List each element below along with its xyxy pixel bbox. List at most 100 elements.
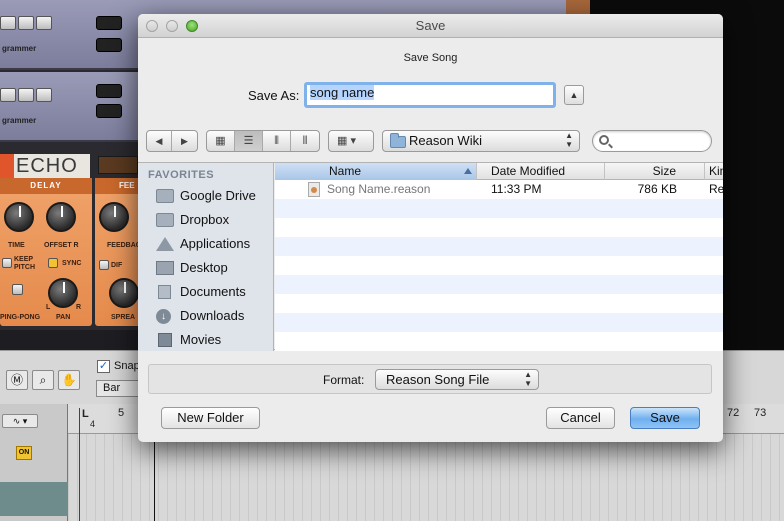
time-label: TIME — [8, 242, 25, 249]
zoom-tool-icon[interactable]: ⌕ — [32, 370, 54, 390]
view-mode-buttons: ▦ ☰ ⫴ ⦀ — [206, 130, 320, 152]
forward-arrow-icon[interactable]: ▶ — [172, 131, 197, 151]
sidebar-item-label: Downloads — [180, 308, 245, 323]
cancel-button[interactable]: Cancel — [546, 407, 615, 429]
applications-icon — [156, 237, 174, 251]
pan-label: PAN — [56, 314, 71, 321]
track-on-button[interactable]: ON — [16, 446, 32, 460]
feedback-knob[interactable] — [99, 202, 129, 232]
rack-save-button[interactable] — [36, 88, 52, 102]
echo-logo: ECHO — [0, 154, 90, 180]
movies-icon — [158, 333, 172, 347]
dialog-subtitle: Save Song — [403, 52, 458, 64]
back-arrow-icon[interactable]: ◀ — [147, 131, 172, 151]
sidebar-item-applications[interactable]: Applications — [156, 233, 273, 255]
sidebar-item-downloads[interactable]: ↓ Downloads — [156, 305, 273, 327]
rack-device-buttons — [0, 16, 52, 30]
file-size: 786 KB — [637, 182, 677, 196]
column-header-date[interactable]: Date Modified — [477, 163, 605, 180]
rack-device-label: grammer — [2, 116, 37, 125]
save-button[interactable]: Save — [630, 407, 700, 429]
rack-slot — [96, 84, 122, 98]
diffusion-toggle[interactable] — [99, 260, 109, 270]
coverflow-view-icon[interactable]: ⦀ — [291, 131, 319, 151]
back-forward-buttons: ◀ ▶ — [146, 130, 198, 152]
sidebar-item-movies[interactable]: Movies — [156, 329, 273, 351]
ruler-bar-73: 73 — [754, 407, 767, 419]
column-header-name[interactable]: Name — [275, 163, 477, 180]
offset-knob[interactable] — [46, 202, 76, 232]
expand-collapse-button[interactable]: ▲ — [564, 85, 584, 105]
table-row[interactable]: Song Name.reason 11:33 PM 786 KB Re — [275, 180, 723, 199]
rack-folder-button[interactable] — [18, 16, 34, 30]
sync-toggle[interactable] — [48, 258, 58, 268]
left-locator-line — [79, 408, 80, 521]
empty-row — [275, 237, 723, 256]
track-mode-select[interactable]: ∿ ▾ — [2, 414, 38, 428]
empty-row — [275, 294, 723, 313]
sidebar-item-dropbox[interactable]: Dropbox — [156, 209, 273, 231]
rack-device-buttons — [0, 88, 52, 102]
downloads-icon: ↓ — [156, 309, 171, 324]
dialog-titlebar: Save — [138, 14, 723, 38]
column-header-kind[interactable]: Kin — [705, 163, 723, 180]
icon-view-icon[interactable]: ▦ — [207, 131, 235, 151]
time-knob[interactable] — [4, 202, 34, 232]
sidebar-item-google-drive[interactable]: Google Drive — [156, 185, 273, 207]
file-date: 11:33 PM — [491, 182, 542, 196]
sequencer-lanes[interactable] — [68, 434, 784, 521]
snap-label: Snap — [114, 360, 140, 372]
zoom-window-button[interactable] — [186, 20, 198, 32]
rack-save-button[interactable] — [36, 16, 52, 30]
empty-row — [275, 218, 723, 237]
file-kind: Re — [709, 182, 723, 196]
minimize-window-button[interactable] — [166, 20, 178, 32]
spread-label: SPREA — [111, 314, 136, 321]
sidebar-item-desktop[interactable]: Desktop — [156, 257, 273, 279]
folder-icon — [156, 213, 174, 227]
spread-knob[interactable] — [109, 278, 139, 308]
track-lane-header — [0, 482, 68, 516]
save-as-field[interactable]: song name — [304, 82, 556, 108]
empty-row — [275, 256, 723, 275]
sidebar: FAVORITES Google Drive Dropbox Applicati… — [138, 163, 274, 351]
new-folder-button[interactable]: New Folder — [161, 407, 260, 429]
ruler-bar-5: 5 — [118, 407, 125, 419]
empty-row — [275, 313, 723, 332]
ruler-bar-4: 4 — [90, 419, 96, 429]
keep-pitch-toggle[interactable] — [2, 258, 12, 268]
ping-pong-toggle[interactable] — [12, 284, 23, 295]
feedback-heading: FEE — [95, 178, 140, 194]
delay-heading: DELAY — [0, 178, 92, 194]
format-label: Format: — [323, 373, 365, 387]
close-window-button[interactable] — [146, 20, 158, 32]
magnet-tool-icon[interactable]: Ⓜ — [6, 370, 28, 390]
list-view-icon[interactable]: ☰ — [235, 131, 263, 151]
search-input[interactable] — [592, 130, 712, 152]
documents-icon — [158, 285, 171, 299]
hand-tool-icon[interactable]: ✋ — [58, 370, 80, 390]
sidebar-item-documents[interactable]: Documents — [156, 281, 273, 303]
echo-display — [98, 156, 138, 174]
rack-mini-button[interactable] — [0, 16, 16, 30]
feedback-panel: FEE FEEDBAC DIF SPREA — [95, 178, 141, 326]
location-select[interactable]: Reason Wiki ▲ ▼ — [382, 130, 580, 152]
snap-checkbox[interactable]: ✓ — [97, 360, 110, 373]
folder-icon — [156, 189, 174, 203]
sidebar-item-label: Movies — [180, 332, 222, 347]
loop-left-marker[interactable]: L — [82, 408, 89, 420]
sync-label: SYNC — [62, 260, 82, 267]
format-value: Reason Song File — [386, 372, 490, 387]
column-header-size[interactable]: Size — [605, 163, 705, 180]
echo-title: ECHO — [16, 155, 78, 177]
rack-folder-button[interactable] — [18, 88, 34, 102]
column-view-icon[interactable]: ⫴ — [263, 131, 291, 151]
rack-mini-button[interactable] — [0, 88, 16, 102]
arrange-menu-button[interactable]: ▦ ▾ — [328, 130, 374, 152]
pan-knob[interactable] — [48, 278, 78, 308]
location-value: Reason Wiki — [409, 133, 482, 148]
song-position-line — [154, 430, 155, 521]
keep-pitch-label: KEEP PITCH — [14, 256, 35, 271]
rack-device-label: grammer — [2, 44, 37, 53]
format-select[interactable]: Reason Song File ▲ ▼ — [375, 369, 539, 390]
